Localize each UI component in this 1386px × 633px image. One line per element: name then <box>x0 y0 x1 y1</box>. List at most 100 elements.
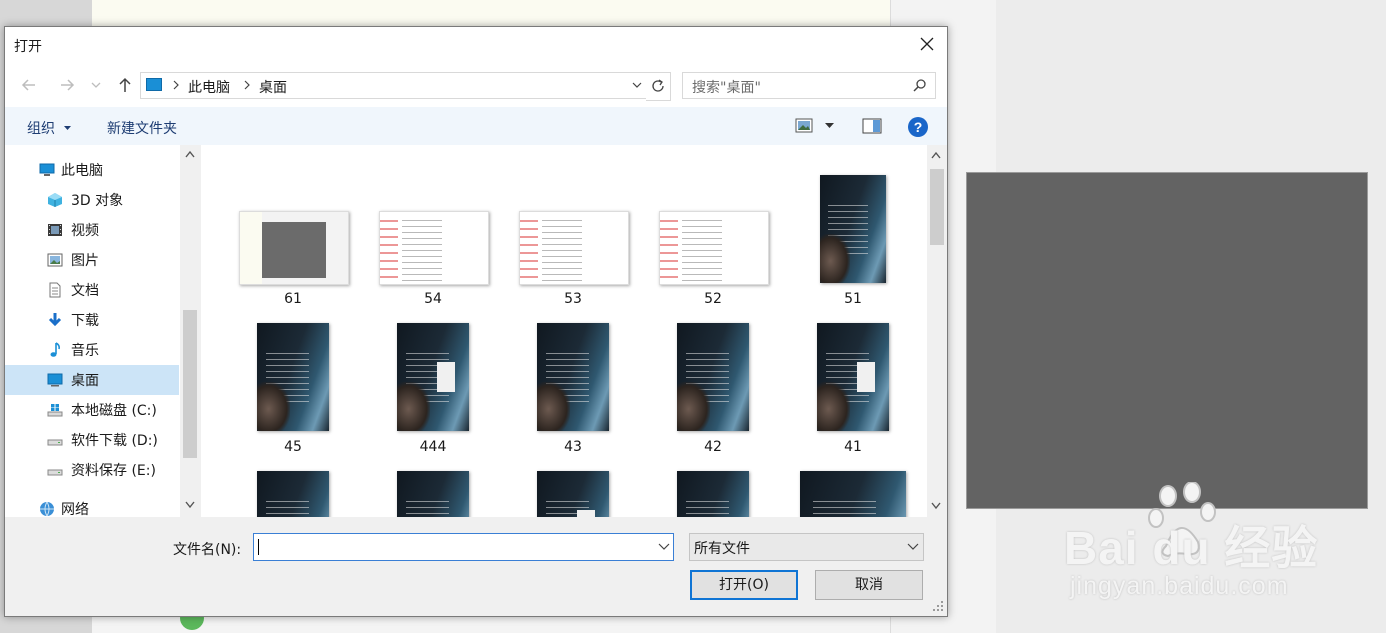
open-button[interactable]: 打开(O) <box>690 570 798 600</box>
file-item[interactable]: 41 <box>783 305 923 465</box>
svg-text:?: ? <box>914 119 923 135</box>
file-item[interactable]: 43 <box>503 305 643 465</box>
drive-icon <box>47 439 63 446</box>
up-arrow-icon[interactable] <box>113 73 137 97</box>
scroll-up-icon[interactable] <box>931 151 941 159</box>
file-type-select[interactable]: 所有文件 <box>689 533 924 561</box>
download-icon <box>48 313 62 327</box>
search-icon[interactable] <box>913 78 927 92</box>
filename-dropdown-chevron-icon[interactable] <box>658 542 670 551</box>
file-thumbnail <box>239 211 349 285</box>
refresh-button[interactable] <box>646 72 671 101</box>
sidebar-item-label: 软件下载 (D:) <box>71 433 158 449</box>
forward-arrow-icon[interactable] <box>55 73 79 97</box>
desktop-icon <box>47 373 63 387</box>
windows-drive-icon <box>47 404 63 417</box>
file-thumbnail <box>820 175 886 283</box>
sidebar-item-label: 下载 <box>71 313 99 329</box>
cancel-button[interactable]: 取消 <box>815 570 923 600</box>
close-icon[interactable] <box>913 30 941 58</box>
file-thumbnail <box>659 211 769 285</box>
breadcrumb-desktop[interactable]: 桌面 <box>259 77 287 97</box>
back-arrow-icon[interactable] <box>17 73 41 97</box>
file-item[interactable]: 53 <box>503 157 643 317</box>
view-dropdown-chevron-icon[interactable] <box>825 122 834 129</box>
file-thumbnail <box>677 471 749 517</box>
sidebar-item[interactable]: 视频 <box>5 215 179 245</box>
content-scrollbar[interactable] <box>927 145 946 517</box>
background-bottom-bar <box>92 615 890 633</box>
scroll-down-icon[interactable] <box>185 501 195 509</box>
sidebar-scroll-thumb[interactable] <box>183 310 197 458</box>
navigation-bar: 此电脑 桌面 搜索"桌面" <box>5 61 947 107</box>
chevron-right-icon[interactable] <box>242 79 252 91</box>
file-list-view: 61 54 53 52 51 45 444 43 42 41 <box>201 145 928 517</box>
network-icon <box>40 501 54 517</box>
scroll-down-icon[interactable] <box>931 502 941 510</box>
sidebar-item[interactable]: 此电脑 <box>5 155 179 185</box>
file-type-value: 所有文件 <box>694 541 750 557</box>
pictures-icon <box>47 253 63 267</box>
command-toolbar: 组织 新建文件夹 ? <box>5 107 947 145</box>
image-preview-placeholder <box>966 172 1368 509</box>
chevron-down-icon <box>64 126 72 130</box>
recent-locations-chevron-icon[interactable] <box>89 73 103 97</box>
sidebar-item[interactable]: 下载 <box>5 305 179 335</box>
dialog-titlebar: 打开 <box>5 27 947 61</box>
address-dropdown-chevron-icon[interactable] <box>630 79 644 91</box>
sidebar-item[interactable]: 桌面 <box>5 365 179 395</box>
file-item[interactable]: 61 <box>223 157 363 317</box>
file-item[interactable]: 444 <box>363 305 503 465</box>
file-item[interactable]: 42 <box>643 305 783 465</box>
file-item[interactable] <box>503 453 643 517</box>
organize-menu-button[interactable]: 组织 <box>27 118 72 138</box>
sidebar-item[interactable]: 文档 <box>5 275 179 305</box>
file-thumbnail <box>397 323 469 431</box>
file-item[interactable]: 45 <box>223 305 363 465</box>
3d-objects-icon <box>48 193 62 207</box>
computer-icon <box>146 78 162 91</box>
file-item[interactable] <box>783 453 923 517</box>
file-item[interactable] <box>643 453 783 517</box>
file-item[interactable]: 51 <box>783 157 923 317</box>
view-options-icon[interactable] <box>795 118 813 133</box>
text-caret <box>258 539 259 555</box>
documents-icon <box>49 282 61 298</box>
preview-pane-icon[interactable] <box>862 118 882 134</box>
sidebar-item-label: 网络 <box>61 502 89 518</box>
sidebar-scrollbar[interactable] <box>180 145 200 517</box>
sidebar-item-label: 音乐 <box>71 343 99 359</box>
address-bar[interactable]: 此电脑 桌面 <box>140 72 647 99</box>
sidebar-item-label: 文档 <box>71 283 99 299</box>
sidebar-item[interactable]: 3D 对象 <box>5 185 179 215</box>
drive-icon <box>47 469 63 476</box>
sidebar-item[interactable]: 本地磁盘 (C:) <box>5 395 179 425</box>
file-item[interactable]: 52 <box>643 157 783 317</box>
file-item[interactable] <box>363 453 503 517</box>
sidebar-item[interactable]: 软件下载 (D:) <box>5 425 179 455</box>
file-item[interactable] <box>223 453 363 517</box>
resize-grip-icon[interactable] <box>933 601 944 612</box>
search-placeholder: 搜索"桌面" <box>692 80 761 96</box>
computer-icon <box>39 163 55 176</box>
sidebar-item-label: 此电脑 <box>61 163 103 179</box>
sidebar-item[interactable]: 音乐 <box>5 335 179 365</box>
search-box[interactable]: 搜索"桌面" <box>682 72 936 99</box>
filename-input[interactable] <box>253 533 674 561</box>
file-thumbnail <box>537 471 609 517</box>
file-thumbnail <box>800 471 906 517</box>
help-icon[interactable]: ? <box>907 116 929 138</box>
new-folder-button[interactable]: 新建文件夹 <box>107 118 177 138</box>
sidebar-item[interactable]: 资料保存 (E:) <box>5 455 179 485</box>
sidebar-item-label: 图片 <box>71 253 99 269</box>
content-scroll-thumb[interactable] <box>930 169 944 245</box>
file-thumbnail <box>379 211 489 285</box>
file-thumbnail <box>677 323 749 431</box>
sidebar-item[interactable]: 图片 <box>5 245 179 275</box>
sidebar-item-label: 资料保存 (E:) <box>71 463 156 479</box>
dialog-title: 打开 <box>14 39 42 55</box>
breadcrumb-this-pc[interactable]: 此电脑 <box>188 77 230 97</box>
chevron-right-icon[interactable] <box>171 79 181 91</box>
scroll-up-icon[interactable] <box>185 150 195 158</box>
file-item[interactable]: 54 <box>363 157 503 317</box>
